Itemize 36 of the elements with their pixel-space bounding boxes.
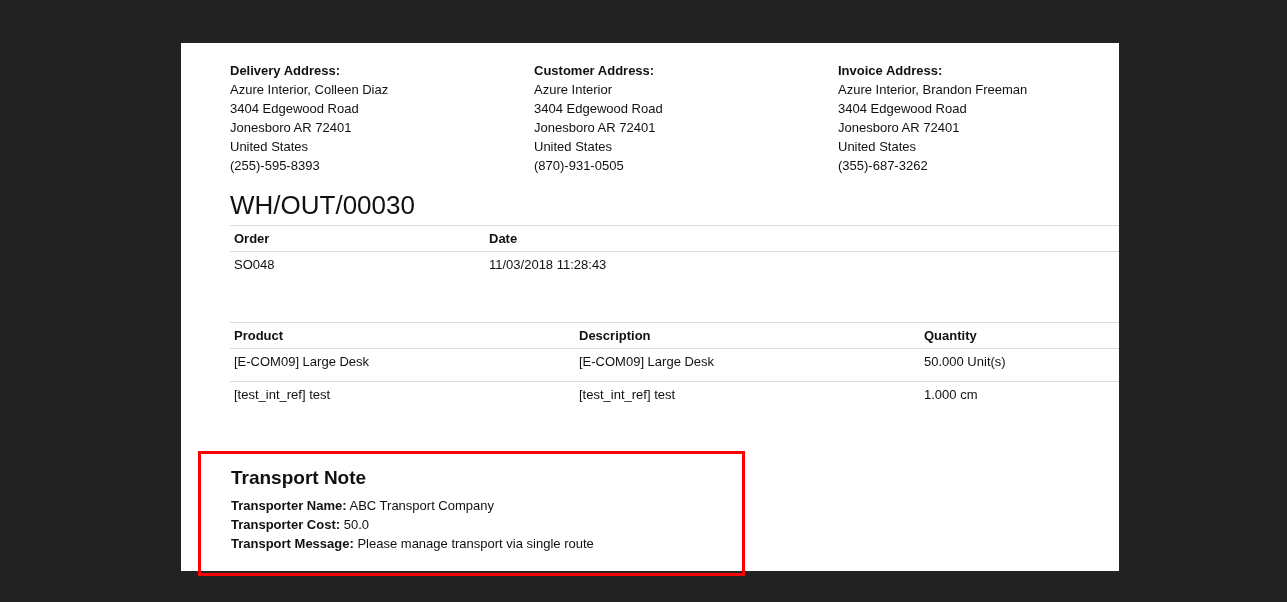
address-line: United States: [838, 138, 918, 156]
address-label: Invoice Address:: [838, 62, 944, 80]
address-line: (355)-687-3262: [838, 157, 929, 175]
address-line: United States: [230, 138, 310, 156]
section-title: Transport Note: [231, 466, 368, 490]
table-cell: [test_int_ref] test: [575, 381, 920, 414]
address-line: (870)-931-0505: [534, 157, 625, 175]
address-line: Azure Interior: [534, 81, 614, 99]
address-line: 3404 Edgewood Road: [534, 100, 664, 118]
table-cell: [E-COM09] Large Desk: [575, 348, 920, 382]
table-cell: SO048: [230, 251, 485, 284]
column-header: Description: [575, 322, 920, 349]
address-line: 3404 Edgewood Road: [230, 100, 360, 118]
column-header: Product: [230, 322, 575, 349]
address-line: Jonesboro AR 72401: [230, 119, 353, 137]
address-line: Jonesboro AR 72401: [838, 119, 961, 137]
address-line: 3404 Edgewood Road: [838, 100, 968, 118]
table-cell: [E-COM09] Large Desk: [230, 348, 575, 382]
address-line: United States: [534, 138, 614, 156]
table-cell: 50.000 Unit(s): [920, 348, 1119, 382]
table-cell: [test_int_ref] test: [230, 381, 575, 414]
table-cell: 11/03/2018 11:28:43: [485, 251, 1119, 284]
transport-field: Transport Message: Please manage transport via single route: [231, 534, 712, 553]
transport-field: Transporter Name: ABC Transport Company: [231, 496, 712, 515]
column-header: Quantity: [920, 322, 1119, 349]
column-header: Date: [485, 225, 1119, 252]
address-label: Customer Address:: [534, 62, 656, 80]
address-line: (255)-595-8393: [230, 157, 321, 175]
address-line: Azure Interior, Brandon Freeman: [838, 81, 1029, 99]
address-line: Jonesboro AR 72401: [534, 119, 657, 137]
document-title: WH/OUT/00030: [230, 189, 416, 221]
column-header: Order: [230, 225, 485, 252]
table-cell: 1.000 cm: [920, 381, 1119, 414]
address-label: Delivery Address:: [230, 62, 342, 80]
address-line: Azure Interior, Colleen Diaz: [230, 81, 390, 99]
transport-field: Transporter Cost: 50.0: [231, 515, 712, 534]
